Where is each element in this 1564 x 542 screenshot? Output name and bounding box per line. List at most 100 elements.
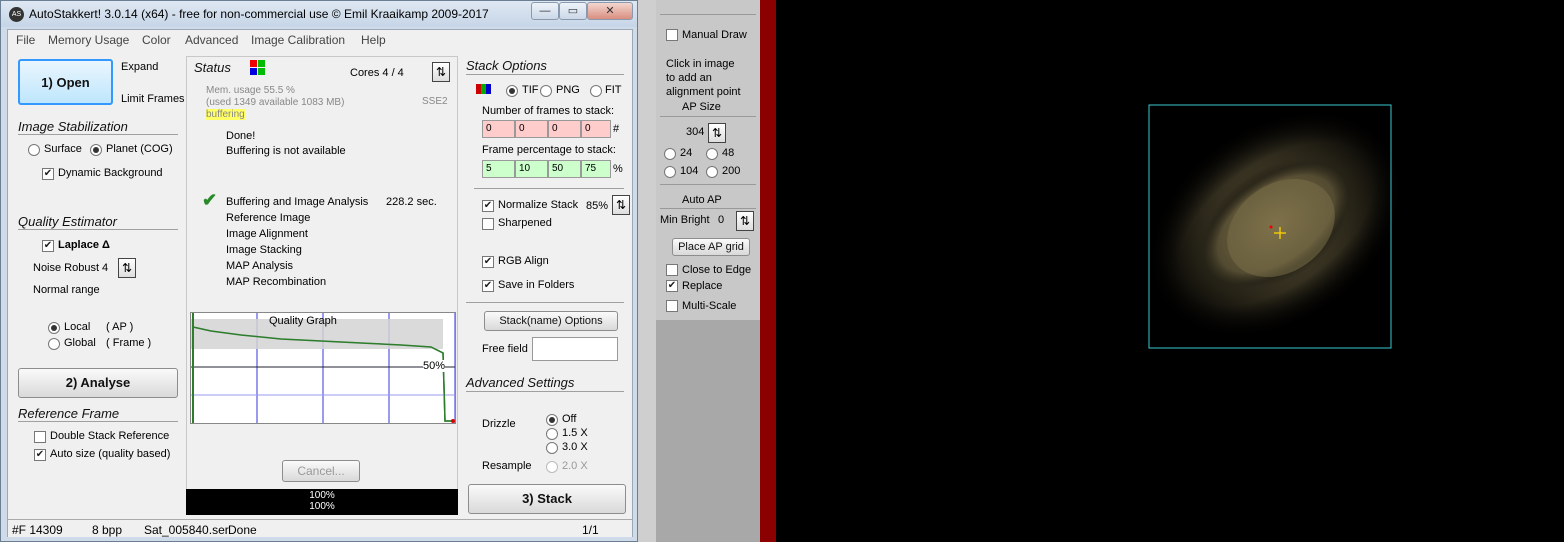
main-window: AS AutoStakkert! 3.0.14 (x64) - free for… <box>0 0 638 542</box>
reference-header: Reference Frame <box>18 406 120 421</box>
pct-input[interactable]: 50 <box>548 160 581 178</box>
divider <box>660 116 756 117</box>
laplace-checkbox[interactable]: ✔ <box>42 240 54 252</box>
cores-stepper[interactable]: ⇅ <box>432 62 450 82</box>
save-folders-checkbox[interactable]: ✔ <box>482 280 494 292</box>
advanced-settings-header: Advanced Settings <box>466 375 575 390</box>
num-frames-input[interactable]: 0 <box>548 120 581 138</box>
size-200-label: 200 <box>722 165 741 177</box>
hint-line-2: to add an <box>666 72 712 84</box>
step-alignment: Image Alignment <box>226 228 308 240</box>
menu-memory-usage[interactable]: Memory Usage <box>48 33 129 47</box>
local-radio[interactable] <box>48 322 60 334</box>
pct-suffix: % <box>613 163 623 175</box>
image-viewer[interactable] <box>776 0 1564 542</box>
frames-count: #F 14309 <box>12 523 63 537</box>
expand-link[interactable]: Expand <box>121 61 158 73</box>
noise-robust-stepper[interactable]: ⇅ <box>118 258 136 278</box>
stack-button[interactable]: 3) Stack <box>468 484 626 514</box>
resample-radio[interactable] <box>546 461 558 473</box>
cancel-button[interactable]: Cancel... <box>282 460 360 482</box>
size-104-radio[interactable] <box>664 166 676 178</box>
num-frames-input[interactable]: 0 <box>581 120 611 138</box>
drizzle-off-radio[interactable] <box>546 414 558 426</box>
size-24-radio[interactable] <box>664 148 676 160</box>
num-frames-label: Number of frames to stack: <box>482 105 615 117</box>
free-field-input[interactable] <box>532 337 618 361</box>
menu-advanced[interactable]: Advanced <box>185 33 238 47</box>
rgb-align-checkbox[interactable]: ✔ <box>482 256 494 268</box>
drizzle-15-label: 1.5 X <box>562 427 588 439</box>
num-suffix: # <box>613 123 620 135</box>
planet-radio[interactable] <box>90 144 102 156</box>
sharpened-checkbox[interactable] <box>482 218 494 230</box>
saturn-image <box>1147 104 1405 349</box>
min-bright-stepper[interactable]: ⇅ <box>736 211 754 231</box>
stack-name-options-button[interactable]: Stack(name) Options <box>484 311 618 331</box>
divider <box>660 184 756 185</box>
analyse-button[interactable]: 2) Analyse <box>18 368 178 398</box>
menu-help[interactable]: Help <box>361 33 386 47</box>
planet-label: Planet (COG) <box>106 143 173 155</box>
place-ap-grid-button[interactable]: Place AP grid <box>672 238 750 256</box>
menu-file[interactable]: File <box>16 33 35 47</box>
limit-frames-link[interactable]: Limit Frames <box>121 93 185 105</box>
close-button[interactable]: ✕ <box>587 2 633 20</box>
manual-draw-checkbox[interactable] <box>666 29 678 41</box>
color-grid-icon <box>250 60 266 76</box>
resample-label: Resample <box>482 460 532 472</box>
multi-scale-checkbox[interactable] <box>666 300 678 312</box>
step-reference: Reference Image <box>226 212 311 224</box>
status-panel <box>186 56 458 490</box>
tif-radio[interactable] <box>506 85 518 97</box>
close-to-edge-checkbox[interactable] <box>666 264 678 276</box>
laplace-label: Laplace Δ <box>58 239 110 251</box>
min-bright-label: Min Bright <box>660 214 710 226</box>
global-radio[interactable] <box>48 338 60 350</box>
png-label: PNG <box>556 84 580 96</box>
divider <box>466 391 624 392</box>
replace-checkbox[interactable]: ✔ <box>666 280 678 292</box>
size-24-label: 24 <box>680 147 693 159</box>
dynamic-background-checkbox[interactable]: ✔ <box>42 168 54 180</box>
title-bar[interactable]: AS AutoStakkert! 3.0.14 (x64) - free for… <box>1 1 637 27</box>
auto-size-checkbox[interactable]: ✔ <box>34 449 46 461</box>
ap-size-stepper[interactable]: ⇅ <box>708 123 726 143</box>
bpp-value: 8 bpp <box>92 523 123 537</box>
checkmark-icon: ✔ <box>202 190 218 210</box>
pct-input[interactable]: 75 <box>581 160 611 178</box>
pct-input[interactable]: 5 <box>482 160 515 178</box>
ap-size-label: AP Size <box>682 101 721 113</box>
surface-radio[interactable] <box>28 144 40 156</box>
size-200-radio[interactable] <box>706 166 718 178</box>
drizzle-30-radio[interactable] <box>546 442 558 454</box>
file-name: Sat_005840.ser <box>144 523 229 537</box>
step-map-recombination: MAP Recombination <box>226 276 327 288</box>
menu-color[interactable]: Color <box>142 33 171 47</box>
fit-radio[interactable] <box>590 85 602 97</box>
drizzle-15-radio[interactable] <box>546 428 558 440</box>
done-text: Done! <box>226 130 256 142</box>
pct-input[interactable]: 10 <box>515 160 548 178</box>
num-frames-input[interactable]: 0 <box>515 120 548 138</box>
normalize-checkbox[interactable]: ✔ <box>482 200 494 212</box>
open-button[interactable]: 1) Open <box>18 59 113 105</box>
png-radio[interactable] <box>540 85 552 97</box>
quality-header: Quality Estimator <box>18 214 117 229</box>
sse-label: SSE2 <box>422 96 448 107</box>
tif-label: TIF <box>522 84 539 96</box>
normalize-label: Normalize Stack <box>498 199 579 211</box>
divider <box>660 208 756 209</box>
progress-label-1: 100% <box>309 490 335 501</box>
buffering-badge: buffering <box>206 109 245 120</box>
num-frames-input[interactable]: 0 <box>482 120 515 138</box>
manual-draw-label: Manual Draw <box>682 29 747 41</box>
size-48-radio[interactable] <box>706 148 718 160</box>
stabilization-header: Image Stabilization <box>18 119 128 134</box>
buffer-message: Buffering is not available <box>226 145 346 157</box>
normalize-stepper[interactable]: ⇅ <box>612 195 630 215</box>
menu-image-calibration[interactable]: Image Calibration <box>251 33 345 47</box>
maximize-button[interactable]: ▭ <box>559 2 587 20</box>
double-stack-checkbox[interactable] <box>34 431 46 443</box>
minimize-button[interactable]: — <box>531 2 559 20</box>
